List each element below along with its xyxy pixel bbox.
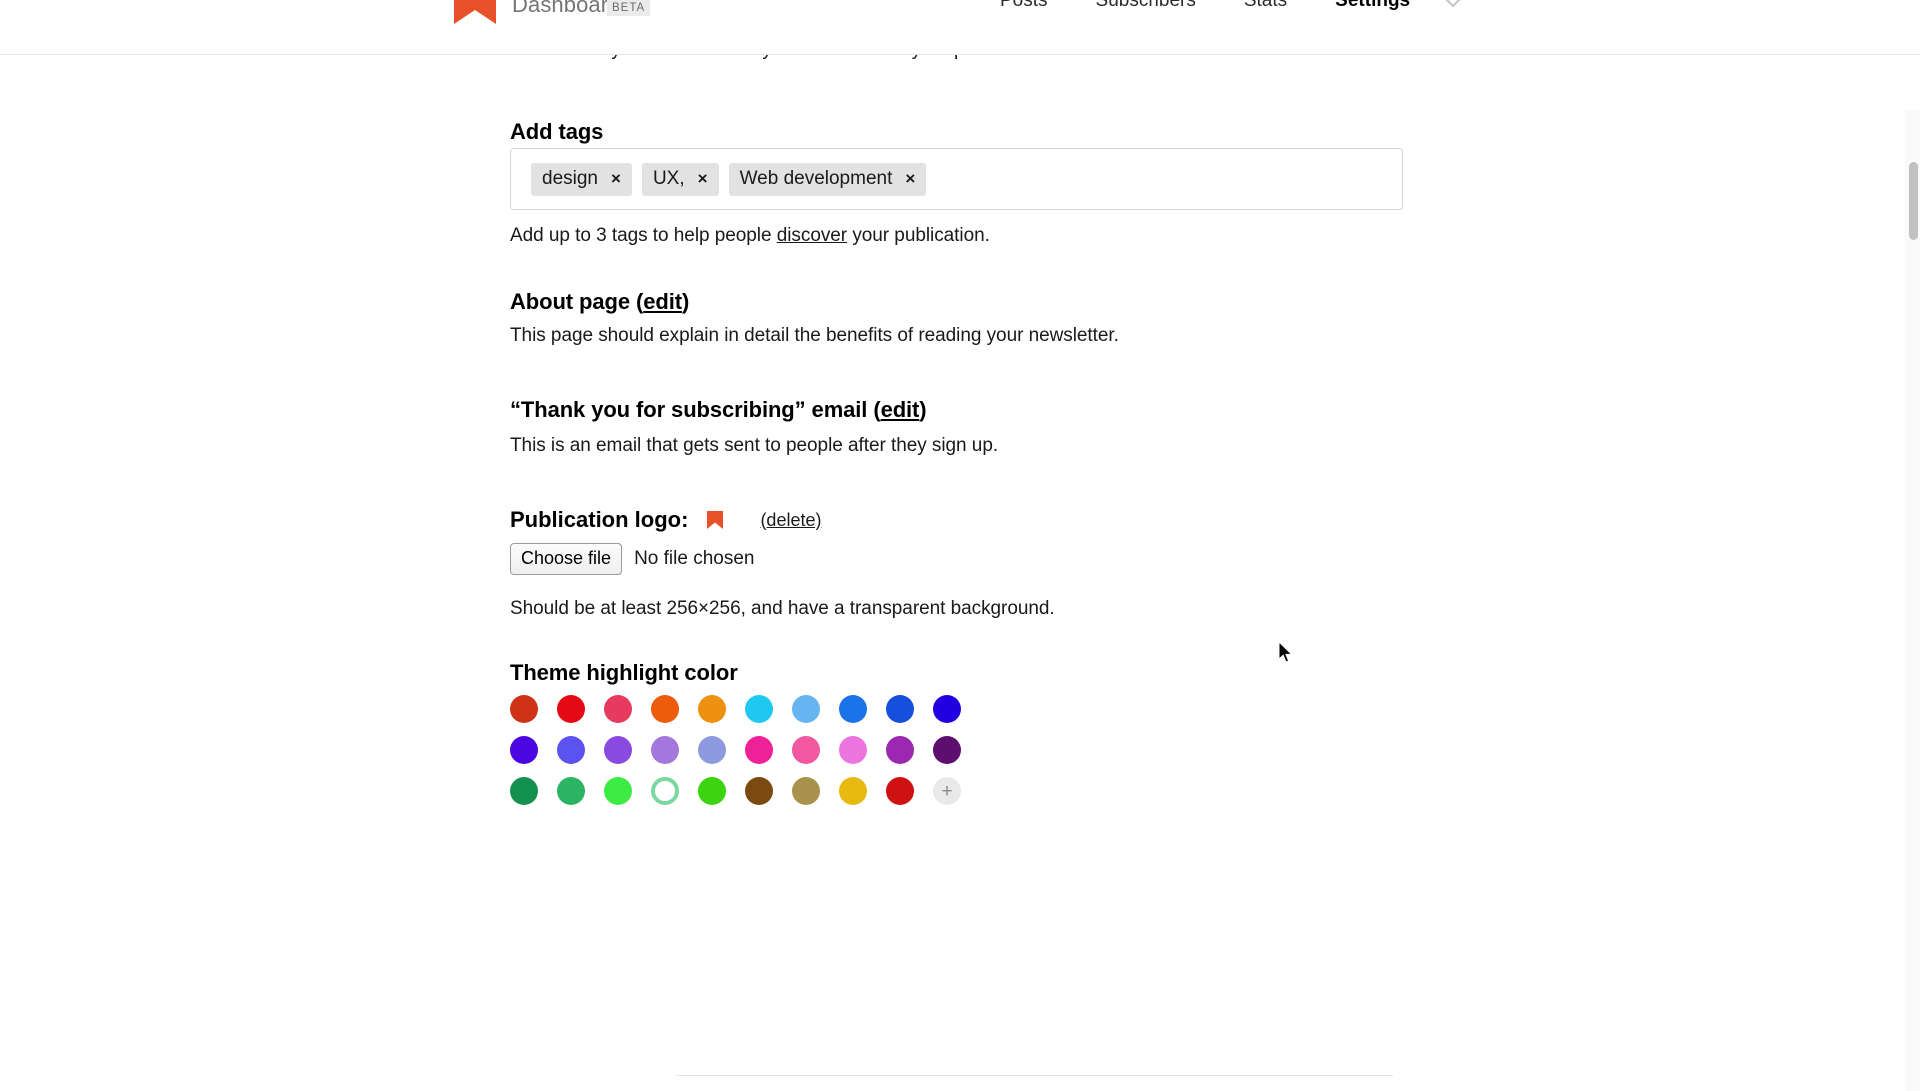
about-title-prefix: About page ( — [510, 289, 644, 314]
add-color-button[interactable]: + — [933, 777, 961, 805]
swatch-row: + — [510, 777, 961, 805]
color-swatch[interactable] — [557, 695, 585, 723]
color-swatch[interactable] — [604, 695, 632, 723]
color-swatch[interactable] — [745, 777, 773, 805]
color-swatch[interactable] — [510, 695, 538, 723]
tag-label: Web development — [739, 167, 893, 189]
color-swatch[interactable] — [698, 695, 726, 723]
thank-you-email-heading: “Thank you for subscribing” email (edit) — [510, 397, 927, 423]
add-tags-heading: Add tags — [510, 119, 604, 144]
color-swatch[interactable] — [604, 777, 632, 805]
main-navigation: Posts Subscribers Stats Settings — [1000, 0, 1410, 13]
tags-input[interactable]: design × UX, × Web development × — [510, 148, 1403, 210]
color-swatch[interactable] — [839, 695, 867, 723]
logo-help-text: Should be at least 256×256, and have a t… — [510, 598, 1055, 619]
thank-you-edit-link[interactable]: edit — [881, 397, 920, 422]
thank-you-email-description: This is an email that gets sent to peopl… — [510, 435, 999, 456]
chevron-down-icon[interactable] — [1440, 0, 1466, 10]
swatch-row — [510, 695, 961, 723]
mouse-cursor — [1278, 640, 1294, 665]
color-swatch[interactable] — [792, 695, 820, 723]
theme-color-swatch-grid: + — [510, 695, 961, 818]
color-swatch[interactable] — [792, 777, 820, 805]
color-swatch-selected[interactable] — [651, 777, 679, 805]
tag-remove-icon[interactable]: × — [611, 170, 621, 187]
color-swatch[interactable] — [886, 777, 914, 805]
beta-badge: BETA — [607, 0, 651, 16]
app-header: Dashboard BETA Posts Subscribers Stats S… — [0, 0, 1920, 55]
tag-label: UX, — [652, 167, 685, 189]
logo-file-input[interactable]: Choose file No file chosen — [510, 543, 754, 575]
color-swatch[interactable] — [792, 736, 820, 764]
choose-file-button[interactable]: Choose file — [510, 543, 623, 575]
color-swatch[interactable] — [839, 736, 867, 764]
scrollbar-thumb[interactable] — [1909, 162, 1918, 240]
theme-highlight-color-heading: Theme highlight color — [510, 660, 738, 685]
color-swatch[interactable] — [839, 777, 867, 805]
brand-title[interactable]: Dashboard — [512, 0, 621, 18]
color-swatch[interactable] — [886, 736, 914, 764]
scrollbar-track[interactable] — [1905, 110, 1920, 1091]
delete-logo-link[interactable]: (delete) — [760, 510, 821, 531]
nav-item-subscribers[interactable]: Subscribers — [1096, 0, 1196, 12]
color-swatch[interactable] — [510, 736, 538, 764]
color-swatch[interactable] — [933, 736, 961, 764]
color-swatch[interactable] — [745, 695, 773, 723]
swatch-row — [510, 736, 961, 764]
settings-content: automatically shown this if they haven't… — [0, 49, 1920, 1091]
about-page-description: This page should explain in detail the b… — [510, 325, 1119, 346]
tags-help-prefix: Add up to 3 tags to help people — [510, 225, 777, 246]
color-swatch[interactable] — [698, 736, 726, 764]
color-swatch[interactable] — [510, 777, 538, 805]
tags-help-suffix: your publication. — [847, 225, 990, 246]
section-divider — [676, 1075, 1393, 1076]
thank-you-title-suffix: ) — [919, 397, 927, 422]
tag-remove-icon[interactable]: × — [698, 170, 708, 187]
tag-remove-icon[interactable]: × — [905, 170, 915, 187]
tag-chip[interactable]: design × — [531, 162, 632, 196]
color-swatch[interactable] — [651, 695, 679, 723]
about-edit-link[interactable]: edit — [643, 289, 682, 314]
color-swatch[interactable] — [557, 736, 585, 764]
thank-you-title-prefix: “Thank you for subscribing” email ( — [510, 397, 881, 422]
publication-logo-row: Publication logo: (delete) — [510, 507, 821, 533]
tag-chip[interactable]: Web development × — [728, 162, 927, 196]
color-swatch[interactable] — [886, 695, 914, 723]
color-swatch[interactable] — [745, 736, 773, 764]
file-status-text: No file chosen — [634, 548, 755, 569]
color-swatch[interactable] — [698, 777, 726, 805]
bookmark-logo-icon[interactable] — [452, 0, 498, 26]
color-swatch[interactable] — [557, 777, 585, 805]
nav-item-posts[interactable]: Posts — [1000, 0, 1048, 12]
tag-chip[interactable]: UX, × — [641, 162, 719, 196]
nav-item-settings[interactable]: Settings — [1335, 0, 1410, 12]
discover-link[interactable]: discover — [777, 225, 847, 246]
tag-label: design — [542, 167, 598, 189]
color-swatch[interactable] — [933, 695, 961, 723]
color-swatch[interactable] — [651, 736, 679, 764]
tags-help-text: Add up to 3 tags to help people discover… — [510, 225, 990, 247]
nav-item-stats[interactable]: Stats — [1244, 0, 1287, 12]
bookmark-logo-icon — [706, 510, 724, 530]
about-title-suffix: ) — [681, 289, 690, 314]
publication-logo-label: Publication logo: — [510, 507, 689, 532]
color-swatch[interactable] — [604, 736, 632, 764]
about-page-heading: About page (edit) — [510, 289, 689, 315]
